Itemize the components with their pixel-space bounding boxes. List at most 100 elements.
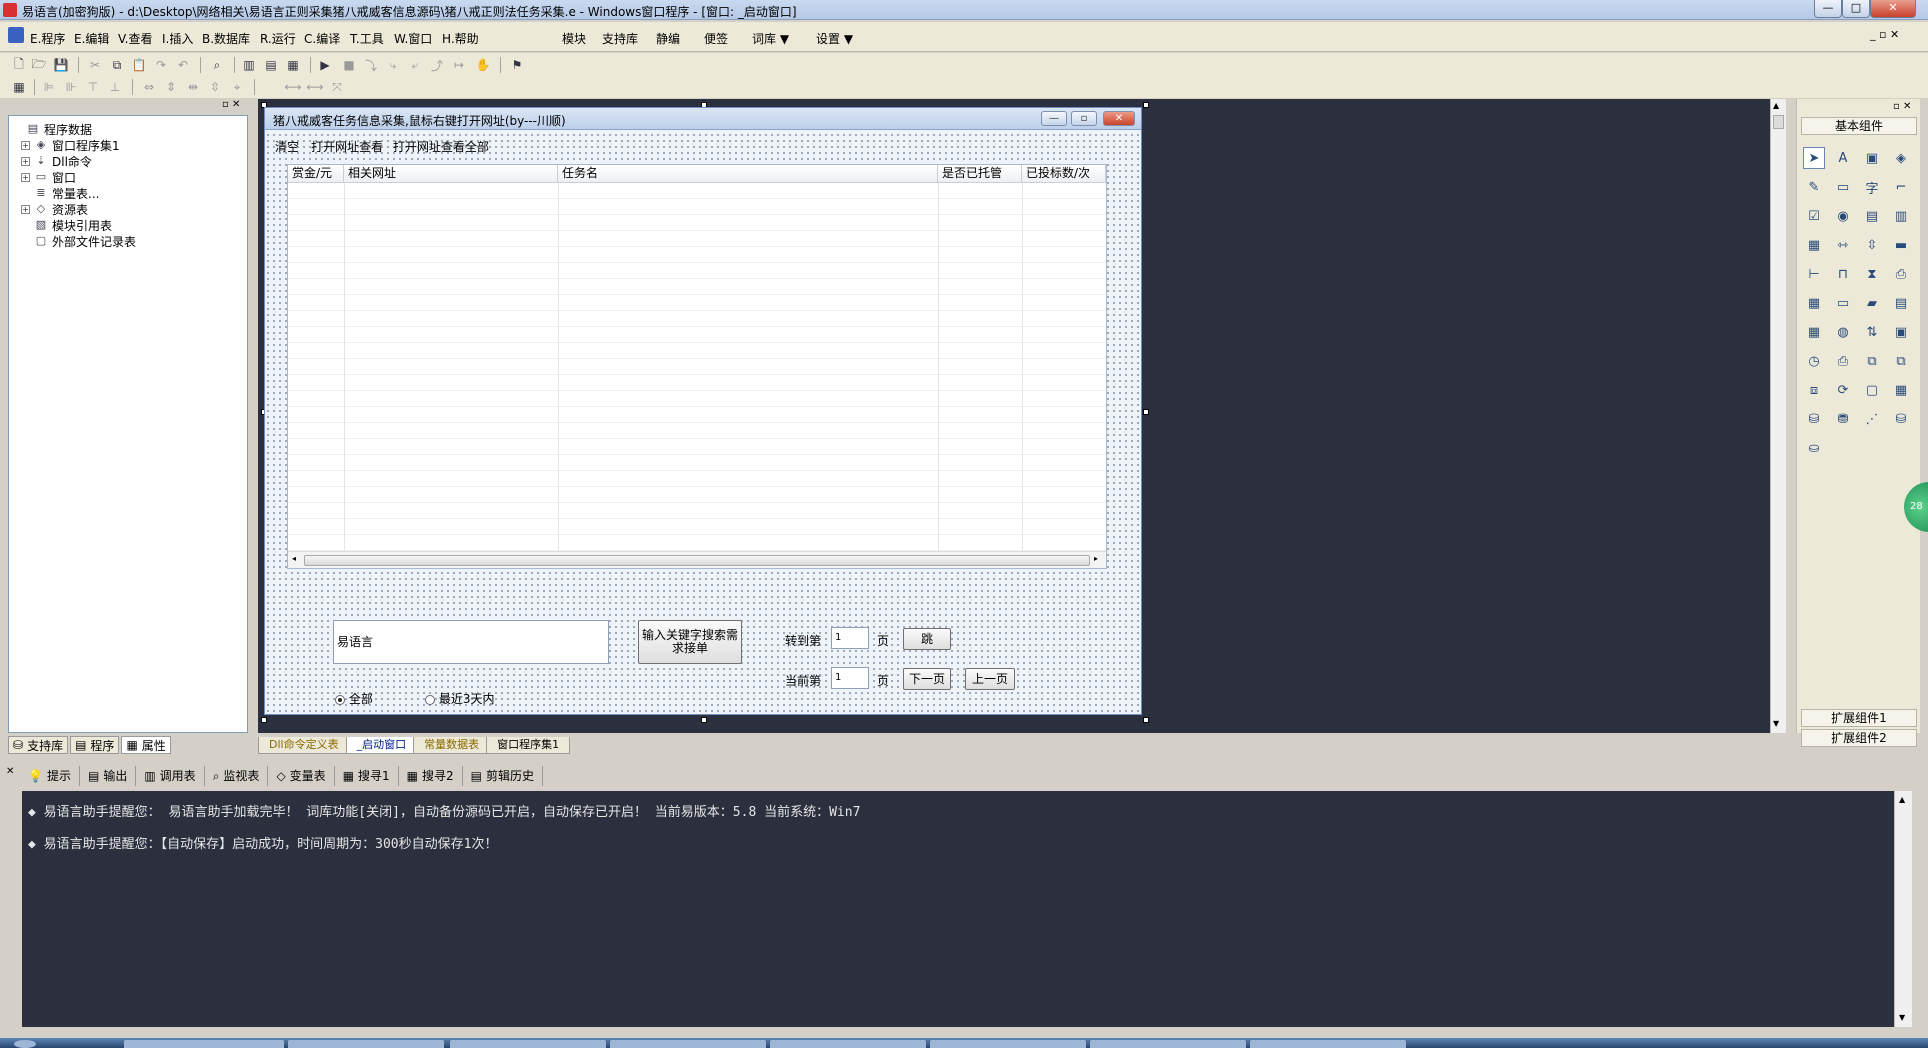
designed-window[interactable]: 猪八戒威客任务信息采集,鼠标右键打开网址(by---川顺) — ▫ ✕ 清空 打…	[264, 107, 1142, 715]
folder-icon[interactable]: ▰	[1861, 292, 1883, 314]
tab-output[interactable]: ▤ 输出	[80, 766, 137, 786]
tree-node[interactable]: ▧ 模块引用表	[13, 217, 247, 233]
menu-item[interactable]: V.查看	[118, 30, 152, 47]
odbc-db-icon[interactable]: ⛀	[1803, 437, 1825, 459]
col-bids[interactable]: 已投标数/次	[1022, 165, 1106, 183]
align-left-icon[interactable]: ⊫	[40, 78, 58, 96]
tab-support-library[interactable]: ⛁ 支持库	[8, 736, 69, 754]
col-url[interactable]: 相关网址	[344, 165, 558, 183]
menu-item[interactable]: W.窗口	[394, 30, 432, 47]
tree-node[interactable]: ▢ 外部文件记录表	[13, 233, 247, 249]
close-button[interactable]: ✕	[1870, 0, 1916, 18]
save-icon[interactable]: 💾	[52, 56, 70, 74]
tree-node[interactable]: + ◈ 窗口程序集1	[13, 137, 247, 153]
size-h-icon[interactable]: ⟷	[284, 78, 302, 96]
dw-menu-open-url[interactable]: 打开网址查看	[311, 138, 383, 155]
align-bottom-icon[interactable]: ⊥	[106, 78, 124, 96]
jump-button[interactable]: 跳	[903, 628, 951, 650]
designer-vertical-scrollbar[interactable]: ▲ ▼	[1770, 99, 1786, 733]
database-icon[interactable]: ⛁	[1803, 408, 1825, 430]
expand-icon[interactable]: +	[21, 172, 30, 182]
odbc-icon[interactable]: ⛁	[1890, 408, 1912, 430]
tab-hint[interactable]: 💡 提示	[20, 766, 80, 786]
size-both-icon[interactable]: ⤧	[328, 78, 346, 96]
tab-startup-window[interactable]: _启动窗口	[345, 737, 418, 754]
label-icon[interactable]: A	[1832, 147, 1854, 169]
task-list-view[interactable]: 赏金/元 相关网址 任务名 是否已托管 已投标数/次 ◂ ▸	[287, 164, 1107, 569]
scroll-down-icon[interactable]: ▼	[1773, 719, 1779, 728]
radio-all[interactable]: 全部	[335, 690, 373, 707]
updown-icon[interactable]: ⇅	[1861, 321, 1883, 343]
taskbar-item[interactable]	[770, 1040, 926, 1048]
window-icon[interactable]: ▢	[1861, 379, 1883, 401]
menu-extra-item[interactable]: 支持库	[602, 30, 638, 47]
scroll-left-icon[interactable]: ◂	[292, 554, 296, 563]
taskbar-item[interactable]	[124, 1040, 284, 1048]
document-icon[interactable]: ▤	[1890, 292, 1912, 314]
dw-minimize-icon[interactable]: —	[1041, 111, 1067, 126]
tree-node[interactable]: + ◇ 资源表	[13, 201, 247, 217]
vscroll-icon[interactable]: ⇳	[1861, 234, 1883, 256]
open-icon[interactable]: 🗁	[30, 56, 48, 74]
tab-variables[interactable]: ◇ 变量表	[268, 766, 335, 786]
find-icon[interactable]: ⌕	[208, 56, 226, 74]
next-page-button[interactable]: 下一页	[903, 668, 951, 690]
menu-item[interactable]: E.程序	[30, 30, 65, 47]
tab-call-stack[interactable]: ▥ 调用表	[136, 766, 205, 786]
resize-handle[interactable]	[261, 717, 267, 723]
ext-components-2[interactable]: 扩展组件2	[1801, 729, 1917, 747]
space-horizontal-icon[interactable]: ⇹	[184, 78, 202, 96]
current-page-input[interactable]: 1	[831, 667, 869, 689]
taskbar-item[interactable]	[930, 1040, 1086, 1048]
step-icon[interactable]: ⤵	[362, 56, 380, 74]
scroll-thumb[interactable]	[304, 555, 1090, 566]
timer-icon[interactable]: ⧗	[1861, 263, 1883, 285]
dw-close-icon[interactable]: ✕	[1103, 111, 1135, 126]
scroll-thumb[interactable]	[1773, 115, 1784, 129]
menu-item[interactable]: C.编译	[304, 30, 340, 47]
new-icon[interactable]: 🗋	[10, 56, 28, 74]
tree-node[interactable]: ▤ 程序数据	[13, 121, 247, 137]
grid-icon[interactable]: ▦	[10, 78, 28, 96]
hand-icon[interactable]: ✋	[474, 56, 492, 74]
tree-node[interactable]: ≣ 常量表...	[13, 185, 247, 201]
expand-icon[interactable]: +	[21, 140, 30, 150]
client-icon[interactable]: ⧈	[1803, 379, 1825, 401]
start-button[interactable]	[14, 1040, 36, 1048]
minimize-button[interactable]: —	[1814, 0, 1842, 18]
step-over-icon[interactable]: ⤷	[384, 56, 402, 74]
taskbar-item[interactable]	[288, 1040, 444, 1048]
basic-components-title[interactable]: 基本组件	[1801, 117, 1917, 135]
layout-top-icon[interactable]: ▤	[262, 56, 280, 74]
scroll-right-icon[interactable]: ▸	[1094, 554, 1098, 563]
menu-extra-item[interactable]: 静编	[656, 30, 680, 47]
menu-item[interactable]: I.插入	[162, 30, 193, 47]
tree-node[interactable]: + ▭ 窗口	[13, 169, 247, 185]
run-to-cursor-icon[interactable]: ↦	[450, 56, 468, 74]
same-width-icon[interactable]: ⇔	[140, 78, 158, 96]
stop-icon[interactable]: ■	[340, 56, 358, 74]
menu-item[interactable]: B.数据库	[202, 30, 250, 47]
text-icon[interactable]: 字	[1861, 176, 1883, 198]
copy-icon[interactable]: ⧉	[108, 56, 126, 74]
pointer-icon[interactable]: ➤	[1803, 147, 1825, 169]
layout-left-icon[interactable]: ▥	[240, 56, 258, 74]
tab-window-assembly[interactable]: 窗口程序集1	[486, 737, 571, 754]
dw-maximize-icon[interactable]: ▫	[1071, 111, 1097, 126]
dw-menu-clear[interactable]: 清空	[275, 138, 299, 155]
list-body[interactable]	[288, 183, 1106, 551]
checkbox-icon[interactable]: ☑	[1803, 205, 1825, 227]
run-icon[interactable]: ▶	[316, 56, 334, 74]
scroll-up-icon[interactable]: ▲	[1773, 101, 1779, 110]
clock-icon[interactable]: ◷	[1803, 350, 1825, 372]
prev-page-button[interactable]: 上一页	[965, 668, 1015, 690]
keyword-input[interactable]: 易语言	[333, 620, 609, 664]
picture-icon[interactable]: ▣	[1861, 147, 1883, 169]
print-icon[interactable]: ⎙	[1832, 350, 1854, 372]
panel-pin-close[interactable]: ▫ ✕	[1893, 101, 1911, 112]
globe-icon[interactable]: ◍	[1832, 321, 1854, 343]
tab-program[interactable]: ▤ 程序	[70, 736, 120, 754]
expand-icon[interactable]: +	[21, 156, 30, 166]
undo-icon[interactable]: ↶	[174, 56, 192, 74]
combobox-icon[interactable]: ▤	[1861, 205, 1883, 227]
